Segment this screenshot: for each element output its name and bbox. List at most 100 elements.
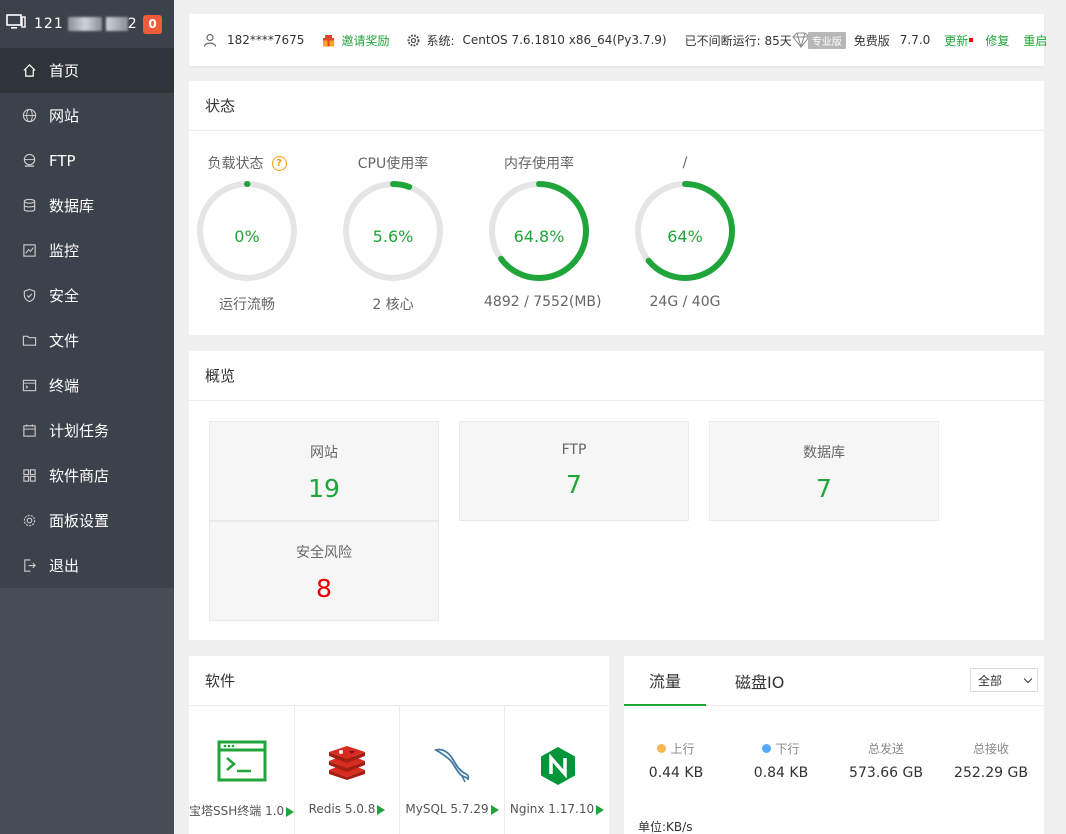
card-label: 安全风险: [296, 545, 352, 561]
card-value: 7: [816, 474, 832, 503]
sidebar-item-cron[interactable]: 计划任务: [0, 408, 174, 453]
net-value: 0.84 KB: [753, 765, 809, 781]
software-name: 宝塔SSH终端 1.0: [189, 802, 295, 819]
user-phone: 182****7675: [227, 33, 305, 47]
net-value: 252.29 GB: [954, 765, 1028, 781]
traffic-tabs: 流量 磁盘IO 全部: [624, 656, 1044, 706]
overview-title: 概览: [189, 351, 1044, 401]
edition-info[interactable]: 专业版: [792, 31, 846, 49]
software-name: Nginx 1.17.10: [505, 802, 609, 816]
sidebar-item-label: 面板设置: [49, 512, 110, 530]
net-total-received: 总接收 252.29 GB: [941, 740, 1041, 781]
sidebar-item-label: 退出: [49, 557, 80, 575]
database-icon: [21, 198, 37, 214]
net-label-text: 下行: [775, 742, 800, 756]
gauge-sub: 4892 / 7552(MB): [484, 294, 602, 310]
grid-icon: [21, 468, 37, 484]
terminal-icon: [21, 378, 37, 394]
edition-label: 免费版: [854, 32, 890, 49]
version: 7.7.0: [900, 33, 931, 47]
repair-link[interactable]: 修复: [985, 32, 1009, 49]
restart-label: 重启: [1023, 33, 1048, 48]
status-title: 状态: [189, 81, 1044, 131]
globe-icon: [21, 108, 37, 124]
card-value: 7: [566, 470, 582, 499]
play-icon[interactable]: [490, 804, 499, 815]
net-label: 上行: [626, 740, 726, 757]
software-item-redis[interactable]: Redis 5.0.8: [295, 706, 400, 834]
gauge-title: /: [682, 155, 688, 171]
tab-disk-io[interactable]: 磁盘IO: [735, 656, 784, 706]
gauge-sub: 24G / 40G: [649, 294, 721, 310]
system-value: CentOS 7.6.1810 x86_64(Py3.7.9): [462, 33, 667, 47]
notification-badge[interactable]: 0: [143, 14, 162, 34]
software-item-mysql[interactable]: MySQL 5.7.29: [400, 706, 505, 834]
calendar-icon: [21, 423, 37, 439]
overview-card-sites[interactable]: 网站 19: [209, 421, 439, 521]
overview-card-security[interactable]: 安全风险 8: [209, 521, 439, 621]
terminal-app-icon: [217, 740, 267, 782]
traffic-unit: 单位:KB/s: [638, 820, 693, 834]
page-scrollbar[interactable]: [1058, 0, 1066, 834]
software-title: 软件: [189, 656, 609, 706]
sidebar-item-home[interactable]: 首页: [0, 48, 174, 93]
play-icon[interactable]: [286, 806, 295, 817]
net-label: 总接收: [972, 742, 1009, 756]
sidebar-item-ftp[interactable]: FTP: [0, 138, 174, 183]
mysql-icon: [433, 748, 470, 783]
gauge-title: 负载状态?: [192, 151, 302, 175]
sidebar-filler: [0, 590, 174, 834]
sidebar-item-label: 数据库: [49, 197, 95, 215]
software-name-text: MySQL 5.7.29: [405, 802, 489, 816]
gauge-sub: 2 核心: [372, 297, 414, 313]
help-icon[interactable]: ?: [271, 155, 287, 171]
edition-text: 免费版: [853, 33, 890, 48]
gauge-disk[interactable]: / 64% 24G / 40G: [630, 151, 740, 310]
logout-icon: [21, 558, 37, 574]
sidebar-item-website[interactable]: 网站: [0, 93, 174, 138]
system-info: 系统: CentOS 7.6.1810 x86_64(Py3.7.9): [407, 32, 667, 49]
software-item-ssh[interactable]: 宝塔SSH终端 1.0: [189, 706, 295, 834]
card-label: FTP: [561, 442, 587, 458]
overview-card-database[interactable]: 数据库 7: [709, 421, 939, 521]
gauge-cpu[interactable]: CPU使用率 5.6% 2 核心: [338, 151, 448, 314]
redis-icon: [329, 746, 365, 780]
gear-icon: [407, 34, 420, 46]
restart-link[interactable]: 重启: [1023, 32, 1047, 49]
card-value: 19: [308, 474, 340, 503]
software-name-text: Redis 5.0.8: [308, 802, 376, 816]
sidebar-item-database[interactable]: 数据库: [0, 183, 174, 228]
card-value: 8: [316, 574, 332, 603]
chevron-down-icon: [1023, 674, 1033, 684]
software-panel: 软件 宝塔SSH终端 1.0 Redis 5.0.8 MySQL 5.7.29 …: [189, 656, 609, 834]
user-info[interactable]: 182****7675: [203, 33, 304, 47]
sidebar-item-store[interactable]: 软件商店: [0, 453, 174, 498]
ftp-icon: [21, 153, 37, 169]
network-select[interactable]: 全部: [970, 668, 1038, 692]
sidebar-item-terminal[interactable]: 终端: [0, 363, 174, 408]
software-name: Redis 5.0.8: [295, 802, 399, 816]
update-link[interactable]: 更新: [944, 32, 974, 49]
play-icon[interactable]: [596, 804, 605, 815]
sidebar-menu: 首页 网站 FTP 数据库 监控 安全 文件 终端 计划任务 软件商店 面板设置…: [0, 48, 174, 588]
sidebar-item-label: 软件商店: [49, 467, 110, 485]
overview-card-ftp[interactable]: FTP 7: [459, 421, 689, 521]
sidebar-item-monitor[interactable]: 监控: [0, 228, 174, 273]
select-value: 全部: [978, 673, 1003, 688]
gauge-load[interactable]: 负载状态? 0% 运行流畅: [192, 151, 302, 314]
sidebar-item-logout[interactable]: 退出: [0, 543, 174, 588]
net-total-sent: 总发送 573.66 GB: [836, 740, 936, 781]
uptime: 已不间断运行: 85天: [685, 32, 792, 49]
gauge-memory[interactable]: 内存使用率 64.8% 4892 / 7552(MB): [484, 151, 602, 310]
sidebar-item-label: 安全: [49, 287, 80, 305]
gauge-value: 0%: [234, 227, 260, 246]
net-label: 总发送: [867, 742, 904, 756]
software-item-nginx[interactable]: Nginx 1.17.10: [505, 706, 609, 834]
sidebar-item-files[interactable]: 文件: [0, 318, 174, 363]
sidebar-item-security[interactable]: 安全: [0, 273, 174, 318]
invite-link[interactable]: 邀请奖励: [322, 32, 389, 49]
update-dot: [969, 38, 974, 42]
sidebar-item-settings[interactable]: 面板设置: [0, 498, 174, 543]
play-icon[interactable]: [377, 804, 386, 815]
tab-traffic[interactable]: 流量: [624, 656, 706, 706]
